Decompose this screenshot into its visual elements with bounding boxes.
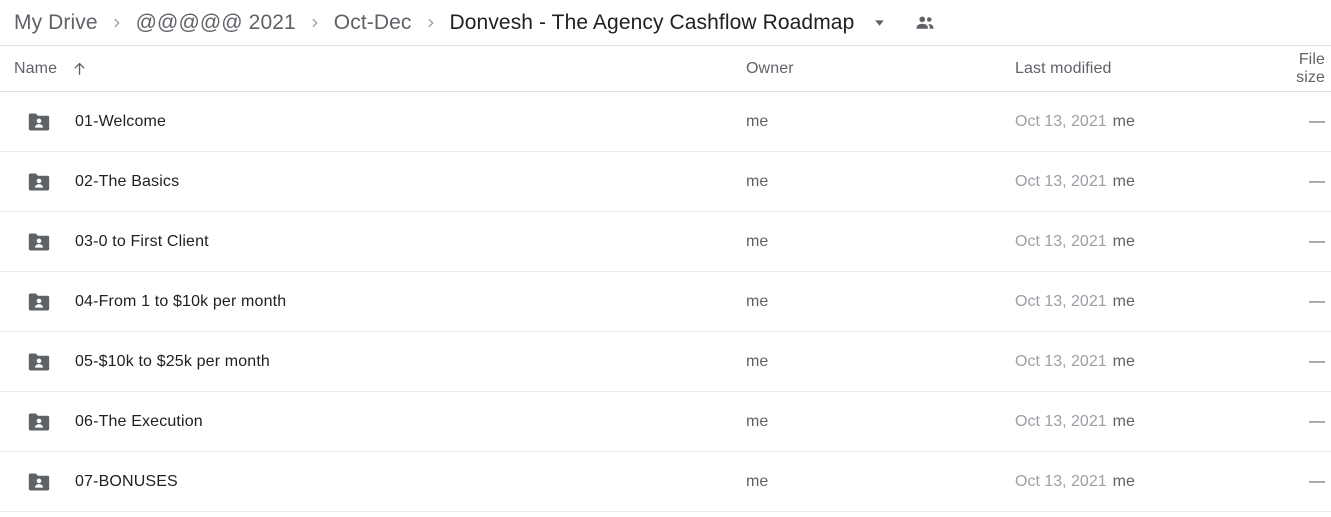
file-modified-date: Oct 13, 2021 [1015,352,1107,370]
file-size-cell: — [1309,172,1325,190]
file-modified-by: me [1112,352,1135,370]
file-owner-cell: me [746,112,769,130]
file-size-cell: — [1309,232,1325,250]
shared-folder-icon [26,229,52,255]
file-modified-by: me [1112,472,1135,490]
file-modified-by: me [1112,412,1135,430]
file-name-label: 03-0 to First Client [75,232,209,250]
file-modified-date: Oct 13, 2021 [1015,292,1107,310]
file-modified-cell: Oct 13, 2021 me [1015,473,1271,491]
file-owner-cell: me [746,412,769,430]
table-row[interactable]: 02-The Basics me Oct 13, 2021 me — [0,152,1331,212]
file-name-label: 07-BONUSES [75,472,178,490]
breadcrumb-item-my-drive[interactable]: My Drive [14,10,98,36]
file-owner-cell: me [746,232,769,250]
file-name-label: 02-The Basics [75,172,180,190]
file-owner-cell: me [746,352,769,370]
chevron-right-icon [296,16,334,30]
breadcrumb-item-year[interactable]: @@@@@ 2021 [136,10,296,36]
file-modified-date: Oct 13, 2021 [1015,232,1107,250]
column-header-name[interactable]: Name [14,59,746,79]
file-modified-by: me [1112,292,1135,310]
file-name-cell: 06-The Execution [14,409,746,435]
file-modified-cell: Oct 13, 2021 me [1015,353,1271,371]
table-row[interactable]: 07-BONUSES me Oct 13, 2021 me — [0,452,1331,512]
file-modified-by: me [1112,112,1135,130]
breadcrumb: My Drive @@@@@ 2021 Oct-Dec Donvesh - Th… [0,0,1331,46]
file-size-cell: — [1309,292,1325,310]
file-modified-cell: Oct 13, 2021 me [1015,233,1271,251]
file-owner-cell: me [746,292,769,310]
file-modified-by: me [1112,232,1135,250]
arrow-up-icon[interactable] [69,59,89,79]
file-modified-date: Oct 13, 2021 [1015,172,1107,190]
chevron-right-icon [412,16,450,30]
shared-folder-icon [26,409,52,435]
file-modified-cell: Oct 13, 2021 me [1015,113,1271,131]
file-name-cell: 05-$10k to $25k per month [14,349,746,375]
file-size-cell: — [1309,352,1325,370]
file-owner-cell: me [746,172,769,190]
table-row[interactable]: 06-The Execution me Oct 13, 2021 me — [0,392,1331,452]
chevron-right-icon [98,16,136,30]
file-name-label: 04-From 1 to $10k per month [75,292,287,310]
file-name-cell: 02-The Basics [14,169,746,195]
file-modified-cell: Oct 13, 2021 me [1015,173,1271,191]
file-size-cell: — [1309,112,1325,130]
column-header-owner[interactable]: Owner [746,60,1015,78]
column-header-name-label: Name [14,59,58,77]
file-owner-cell: me [746,472,769,490]
file-modified-date: Oct 13, 2021 [1015,472,1107,490]
table-header-row: Name Owner Last modified File size [0,46,1331,92]
table-row[interactable]: 01-Welcome me Oct 13, 2021 me — [0,92,1331,152]
file-name-cell: 04-From 1 to $10k per month [14,289,746,315]
file-modified-cell: Oct 13, 2021 me [1015,293,1271,311]
shared-folder-icon [26,169,52,195]
shared-folder-icon [26,349,52,375]
shared-folder-icon [26,469,52,495]
file-modified-date: Oct 13, 2021 [1015,112,1107,130]
file-size-cell: — [1309,472,1325,490]
column-header-file-size[interactable]: File size [1271,51,1331,87]
table-row[interactable]: 03-0 to First Client me Oct 13, 2021 me — [0,212,1331,272]
file-list-table: Name Owner Last modified File size 01-We… [0,46,1331,512]
file-modified-cell: Oct 13, 2021 me [1015,413,1271,431]
file-name-label: 01-Welcome [75,112,167,130]
file-modified-by: me [1112,172,1135,190]
file-name-cell: 03-0 to First Client [14,229,746,255]
table-row[interactable]: 05-$10k to $25k per month me Oct 13, 202… [0,332,1331,392]
file-name-label: 06-The Execution [75,412,203,430]
file-name-cell: 07-BONUSES [14,469,746,495]
column-header-last-modified[interactable]: Last modified [1015,60,1271,78]
file-name-cell: 01-Welcome [14,109,746,135]
chevron-down-icon[interactable] [862,6,896,40]
breadcrumb-item-current-folder[interactable]: Donvesh - The Agency Cashflow Roadmap [450,10,855,36]
file-name-label: 05-$10k to $25k per month [75,352,270,370]
people-icon[interactable] [908,6,942,40]
shared-folder-icon [26,289,52,315]
file-size-cell: — [1309,412,1325,430]
table-row[interactable]: 04-From 1 to $10k per month me Oct 13, 2… [0,272,1331,332]
file-modified-date: Oct 13, 2021 [1015,412,1107,430]
shared-folder-icon [26,109,52,135]
breadcrumb-item-quarter[interactable]: Oct-Dec [334,10,412,36]
